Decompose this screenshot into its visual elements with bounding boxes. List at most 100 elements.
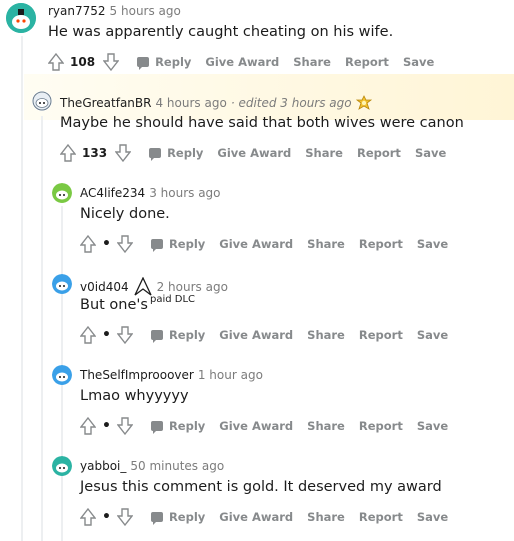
reply-button[interactable]: Reply <box>150 237 205 252</box>
snoo-avatar-icon <box>32 91 52 111</box>
arrow-down-icon <box>116 417 133 435</box>
username[interactable]: TheSelfImprooover <box>80 368 194 382</box>
timestamp[interactable]: 1 hour ago <box>198 368 263 382</box>
comment-actions: • Reply Give Award Share Report Save <box>80 232 448 256</box>
share-button[interactable]: Share <box>307 328 345 342</box>
give-award-button[interactable]: Give Award <box>219 510 293 524</box>
snoo-avatar-icon <box>52 274 72 294</box>
avatar[interactable] <box>52 274 72 294</box>
snoo-avatar-icon <box>52 183 72 203</box>
thread-line-level-1[interactable] <box>21 36 23 541</box>
report-button[interactable]: Report <box>359 510 403 524</box>
comment-actions: • Reply Give Award Share Report Save <box>80 323 448 347</box>
comment-superscript: paid DLC <box>149 294 196 305</box>
upvote-button[interactable] <box>80 508 96 526</box>
arrow-up-icon <box>80 326 96 344</box>
give-award-button[interactable]: Give Award <box>219 328 293 342</box>
downvote-button[interactable] <box>115 144 132 162</box>
save-button[interactable]: Save <box>415 146 446 160</box>
save-button[interactable]: Save <box>417 237 448 251</box>
share-button[interactable]: Share <box>307 419 345 433</box>
timestamp[interactable]: 5 hours ago <box>110 4 181 18</box>
comment-meta: yabboi_ 50 minutes ago <box>80 459 224 473</box>
give-award-button[interactable]: Give Award <box>217 146 291 160</box>
username[interactable]: AC4life234 <box>80 186 145 200</box>
report-button[interactable]: Report <box>359 419 403 433</box>
comment-meta: TheSelfImprooover 1 hour ago <box>80 368 263 382</box>
vote-score: • <box>102 509 111 525</box>
arrow-down-icon <box>103 53 120 71</box>
arrow-up-icon <box>80 235 96 253</box>
comment-text: Lmao whyyyyy <box>80 388 189 404</box>
comment-meta: ryan7752 5 hours ago <box>48 4 181 18</box>
reply-button[interactable]: Reply <box>150 510 205 525</box>
username[interactable]: ryan7752 <box>48 4 106 18</box>
comment-text: Maybe he should have said that both wive… <box>60 115 464 131</box>
reply-button[interactable]: Reply <box>150 328 205 343</box>
avatar[interactable] <box>32 91 52 111</box>
upvote-button[interactable] <box>48 53 64 71</box>
save-button[interactable]: Save <box>417 328 448 342</box>
arrow-up-icon <box>80 417 96 435</box>
avatar[interactable] <box>6 3 36 33</box>
avatar[interactable] <box>52 456 72 476</box>
downvote-button[interactable] <box>116 508 133 526</box>
timestamp[interactable]: 50 minutes ago <box>130 459 224 473</box>
reply-button[interactable]: Reply <box>137 55 191 70</box>
upvote-button[interactable] <box>60 144 76 162</box>
arrow-up-icon <box>60 144 76 162</box>
comment-text: Jesus this comment is gold. It deserved … <box>80 479 442 495</box>
gold-award-icon[interactable] <box>355 95 372 111</box>
report-button[interactable]: Report <box>357 146 401 160</box>
give-award-button[interactable]: Give Award <box>205 55 279 69</box>
thread-line-level-2[interactable] <box>41 116 43 541</box>
comment-actions: • Reply Give Award Share Report Save <box>80 505 448 529</box>
username[interactable]: v0id404 <box>80 280 129 294</box>
share-button[interactable]: Share <box>305 146 343 160</box>
timestamp[interactable]: 2 hours ago <box>157 280 228 294</box>
upvote-button[interactable] <box>80 417 96 435</box>
reply-button[interactable]: Reply <box>150 419 205 434</box>
share-button[interactable]: Share <box>293 55 331 69</box>
snoo-avatar-icon <box>6 3 36 33</box>
save-button[interactable]: Save <box>403 55 434 69</box>
save-button[interactable]: Save <box>417 419 448 433</box>
report-button[interactable]: Report <box>359 328 403 342</box>
arrow-down-icon <box>116 508 133 526</box>
report-button[interactable]: Report <box>359 237 403 251</box>
give-award-button[interactable]: Give Award <box>219 237 293 251</box>
vote-score: • <box>102 236 111 252</box>
downvote-button[interactable] <box>116 417 133 435</box>
avatar[interactable] <box>52 365 72 385</box>
timestamp[interactable]: 4 hours ago <box>155 96 226 110</box>
upvote-button[interactable] <box>80 235 96 253</box>
reply-button[interactable]: Reply <box>149 146 203 161</box>
vote-score: • <box>102 327 111 343</box>
downvote-button[interactable] <box>116 326 133 344</box>
comment-meta: TheGreatfanBR 4 hours ago · edited 3 hou… <box>60 95 372 111</box>
arrow-up-icon <box>80 508 96 526</box>
avatar[interactable] <box>52 183 72 203</box>
downvote-button[interactable] <box>103 53 120 71</box>
arrow-down-icon <box>116 235 133 253</box>
comment-bubble-icon <box>150 421 163 434</box>
report-button[interactable]: Report <box>345 55 389 69</box>
upvote-button[interactable] <box>80 326 96 344</box>
snoo-avatar-icon <box>52 365 72 385</box>
share-button[interactable]: Share <box>307 510 345 524</box>
username[interactable]: TheGreatfanBR <box>60 96 151 110</box>
comment-actions: 133 Reply Give Award Share Report Save <box>60 141 446 165</box>
downvote-button[interactable] <box>116 235 133 253</box>
give-award-button[interactable]: Give Award <box>219 419 293 433</box>
comment-text: He was apparently caught cheating on his… <box>48 24 394 40</box>
timestamp[interactable]: 3 hours ago <box>149 186 220 200</box>
share-button[interactable]: Share <box>307 237 345 251</box>
snoo-avatar-icon <box>52 456 72 476</box>
username[interactable]: yabboi_ <box>80 459 126 473</box>
arrow-down-icon <box>115 144 132 162</box>
comment-text: But one's paid DLC <box>80 294 196 313</box>
save-button[interactable]: Save <box>417 510 448 524</box>
comment-bubble-icon <box>137 57 150 70</box>
arrow-down-icon <box>116 326 133 344</box>
comment-meta: AC4life234 3 hours ago <box>80 186 221 200</box>
